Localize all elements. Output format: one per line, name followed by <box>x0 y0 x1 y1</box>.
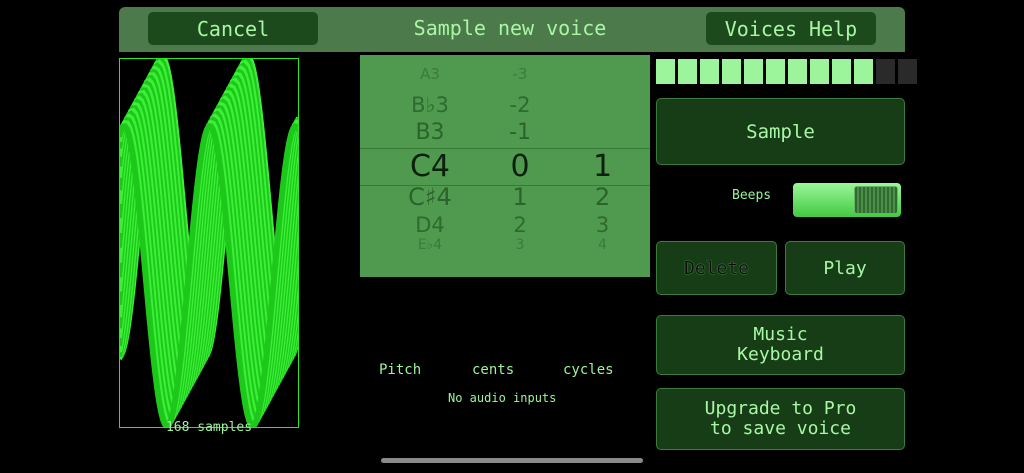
cents-option[interactable]: 2 <box>480 213 560 237</box>
meter-segment-off <box>898 59 917 84</box>
voices-help-button[interactable]: Voices Help <box>706 12 876 45</box>
meter-segment-lit <box>832 59 851 84</box>
upgrade-button[interactable]: Upgrade to Pro to save voice <box>656 388 905 450</box>
status-text: No audio inputs <box>448 391 557 405</box>
cents-option-selected[interactable]: 0 <box>480 149 560 184</box>
home-indicator[interactable] <box>381 458 643 463</box>
beeps-toggle[interactable] <box>793 183 901 217</box>
pitch-option[interactable]: B3 <box>380 120 480 145</box>
meter-segment-lit <box>744 59 763 84</box>
cents-option[interactable]: 1 <box>480 183 560 211</box>
delete-button[interactable]: Delete <box>656 241 777 295</box>
pitch-option[interactable]: C♯4 <box>380 183 480 211</box>
pitch-option[interactable]: A3 <box>380 65 480 83</box>
meter-segment-lit <box>700 59 719 84</box>
cents-option[interactable]: 3 <box>480 237 560 253</box>
waveform-graph <box>116 53 302 430</box>
meter-segment-lit <box>678 59 697 84</box>
cycles-option[interactable]: 3 <box>560 213 645 237</box>
beeps-label: Beeps <box>732 188 772 203</box>
cycles-option[interactable]: 2 <box>560 183 645 211</box>
upgrade-line2: to save voice <box>710 418 851 439</box>
cents-option[interactable]: -1 <box>480 120 560 145</box>
cycles-option[interactable]: 4 <box>560 237 645 253</box>
cycles-label: cycles <box>563 362 614 378</box>
music-keyboard-line1: Music <box>753 324 808 345</box>
meter-segment-lit <box>854 59 873 84</box>
meter-segment-lit <box>722 59 741 84</box>
pitch-option[interactable]: E♭4 <box>380 237 480 253</box>
meter-segment-lit <box>788 59 807 84</box>
pitch-option[interactable]: D4 <box>380 213 480 237</box>
page-title: Sample new voice <box>413 16 607 40</box>
pitch-option[interactable]: B♭3 <box>380 93 480 117</box>
upgrade-line1: Upgrade to Pro <box>704 398 857 419</box>
cancel-button[interactable]: Cancel <box>148 12 318 45</box>
cycles-wheel[interactable]: 1234 <box>560 55 645 277</box>
cents-wheel[interactable]: -3 -2 -1 0 1 2 3 <box>480 55 560 277</box>
pitch-label: Pitch <box>379 362 422 378</box>
play-button[interactable]: Play <box>785 241 905 295</box>
music-keyboard-line2: Keyboard <box>737 344 824 365</box>
waveform-display <box>116 53 302 430</box>
meter-segment-off <box>876 59 895 84</box>
samples-count-label: 168 samples <box>165 420 253 435</box>
pitch-wheel[interactable]: A3 B♭3 B3 C4 C♯4 D4 E♭4 <box>380 55 480 277</box>
pitch-option-selected[interactable]: C4 <box>380 149 480 184</box>
sample-button[interactable]: Sample <box>656 98 905 165</box>
toggle-knob[interactable] <box>854 186 898 214</box>
cents-option[interactable]: -2 <box>480 93 560 117</box>
meter-segment-lit <box>656 59 675 84</box>
meter-segment-lit <box>766 59 785 84</box>
cents-label: cents <box>472 362 515 378</box>
pitch-picker[interactable]: A3 B♭3 B3 C4 C♯4 D4 E♭4 -3 -2 -1 0 1 2 3 1234 <box>360 55 650 277</box>
cents-option[interactable]: -3 <box>480 65 560 83</box>
level-meter <box>656 59 917 84</box>
meter-segment-lit <box>810 59 829 84</box>
cycles-option-selected[interactable]: 1 <box>560 149 645 184</box>
music-keyboard-button[interactable]: Music Keyboard <box>656 315 905 375</box>
